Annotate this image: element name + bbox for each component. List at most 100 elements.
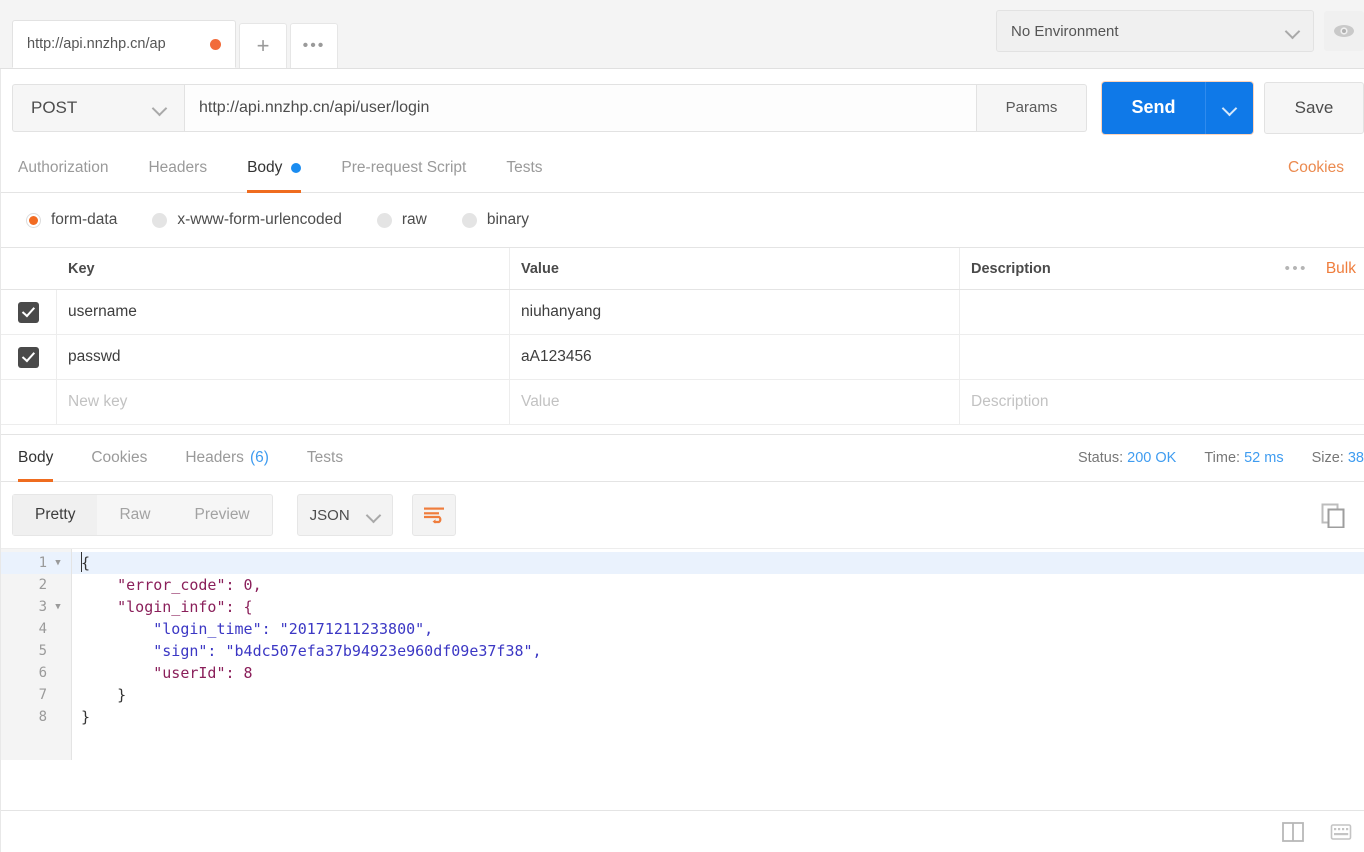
new-row-checkbox-cell	[0, 380, 57, 424]
request-tab-label: http://api.nnzhp.cn/ap	[27, 36, 166, 52]
body-type-urlencoded-label: x-www-form-urlencoded	[177, 211, 342, 228]
row-value-input[interactable]: niuhanyang	[510, 290, 960, 334]
row-checkbox-cell[interactable]	[0, 290, 57, 334]
http-method-label: POST	[31, 97, 78, 117]
table-more-actions-icon[interactable]: •••	[1285, 260, 1308, 277]
body-type-raw[interactable]: raw	[376, 211, 427, 229]
table-row: passwd aA123456	[0, 335, 1364, 380]
line-number: 8	[0, 706, 71, 728]
cookies-link[interactable]: Cookies	[1288, 159, 1344, 177]
response-body-viewer[interactable]: 1 ▼ 2 3 ▼ 4 5 6 7 8 {"error_code": 0, "…	[0, 548, 1364, 760]
table-row: username niuhanyang	[0, 290, 1364, 335]
fold-toggle-icon[interactable]: ▼	[51, 558, 65, 568]
new-row-key-input[interactable]: New key	[57, 380, 510, 424]
response-view-mode-group: Pretty Raw Preview	[12, 494, 273, 536]
line-number: 3 ▼	[0, 596, 71, 618]
view-mode-raw[interactable]: Raw	[97, 495, 172, 535]
view-mode-pretty[interactable]: Pretty	[13, 495, 98, 535]
line-number: 1 ▼	[0, 552, 71, 574]
new-row-value-input[interactable]: Value	[510, 380, 960, 424]
row-key-input[interactable]: passwd	[57, 335, 510, 379]
body-type-urlencoded[interactable]: x-www-form-urlencoded	[152, 211, 342, 229]
environment-selector[interactable]: No Environment	[996, 10, 1314, 52]
wrap-lines-button[interactable]	[411, 494, 456, 536]
response-tab-body[interactable]: Body	[18, 435, 54, 482]
tab-tests-label: Tests	[506, 159, 543, 176]
code-line: }	[81, 708, 91, 726]
line-number: 7	[0, 684, 71, 706]
row-key-input[interactable]: username	[57, 290, 510, 334]
line-number-text: 4	[38, 621, 47, 637]
send-button[interactable]: Send	[1102, 81, 1205, 134]
line-number: 6	[0, 662, 71, 684]
tab-headers[interactable]: Headers	[148, 144, 207, 193]
response-toolbar: Pretty Raw Preview JSON	[0, 482, 1364, 548]
body-type-binary-label: binary	[486, 211, 530, 228]
body-type-radio-group: form-data x-www-form-urlencoded raw bina…	[0, 193, 1364, 247]
status-bar	[0, 810, 1364, 852]
body-type-raw-label: raw	[401, 211, 427, 228]
column-header-description-label: Description	[971, 260, 1051, 277]
new-row-description-input[interactable]: Description	[960, 380, 1364, 424]
params-button[interactable]: Params	[977, 83, 1087, 132]
line-number: 2	[0, 574, 71, 596]
response-tab-cookies[interactable]: Cookies	[91, 435, 147, 482]
body-type-binary[interactable]: binary	[461, 211, 530, 229]
row-checkbox-cell[interactable]	[0, 335, 57, 379]
column-header-key: Key	[57, 248, 510, 289]
tab-pre-request-script[interactable]: Pre-request Script	[341, 144, 466, 193]
chevron-down-icon	[1224, 102, 1236, 114]
radio-binary-icon[interactable]	[461, 212, 477, 228]
table-new-row: New key Value Description	[0, 380, 1364, 425]
line-number-gutter: 1 ▼ 2 3 ▼ 4 5 6 7 8	[0, 549, 72, 760]
new-tab-button[interactable]: +	[239, 23, 287, 68]
http-method-selector[interactable]: POST	[12, 83, 184, 132]
radio-urlencoded-icon[interactable]	[152, 212, 168, 228]
response-meta: Status: 200 OK Time: 52 ms Size: 38	[1050, 435, 1364, 481]
chevron-down-icon	[154, 102, 166, 114]
copy-response-button[interactable]	[1316, 498, 1350, 532]
response-tab-cookies-label: Cookies	[91, 449, 148, 466]
response-tab-headers[interactable]: Headers (6)	[185, 435, 269, 482]
radio-form-data-icon[interactable]	[26, 212, 41, 228]
column-header-description: Description ••• Bulk	[960, 248, 1364, 289]
tab-pre-request-script-label: Pre-request Script	[341, 159, 467, 176]
more-tabs-button[interactable]: •••	[290, 23, 338, 68]
size-value: 38	[1347, 450, 1364, 466]
tab-tests[interactable]: Tests	[506, 144, 542, 193]
fold-toggle-icon[interactable]: ▼	[51, 602, 65, 612]
body-type-form-data[interactable]: form-data	[26, 211, 117, 229]
code-line: "error_code": 0,	[72, 574, 1364, 596]
send-options-button[interactable]	[1205, 81, 1253, 134]
environment-selected-label: No Environment	[1011, 22, 1119, 40]
request-tab[interactable]: http://api.nnzhp.cn/ap	[12, 20, 236, 68]
response-headers-count: (6)	[249, 449, 269, 466]
row-value-input[interactable]: aA123456	[510, 335, 960, 379]
send-button-group: Send	[1102, 81, 1253, 134]
line-number-text: 5	[38, 643, 47, 659]
url-input[interactable]: http://api.nnzhp.cn/api/user/login	[184, 83, 977, 132]
view-mode-preview[interactable]: Preview	[173, 495, 272, 535]
layout-toggle-button[interactable]	[1276, 817, 1310, 847]
checkbox-checked-icon[interactable]	[17, 346, 39, 368]
environment-quick-look-button[interactable]	[1324, 11, 1364, 51]
row-description-input[interactable]	[960, 335, 1364, 379]
row-description-input[interactable]	[960, 290, 1364, 334]
response-tab-tests[interactable]: Tests	[307, 435, 343, 482]
code-content[interactable]: { "error_code": 0, "login_info": { "logi…	[72, 549, 1364, 760]
line-number-text: 3	[38, 599, 47, 615]
response-tab-body-label: Body	[18, 449, 54, 466]
tab-body[interactable]: Body	[247, 144, 302, 193]
checkbox-checked-icon[interactable]	[17, 301, 39, 323]
bulk-edit-link[interactable]: Bulk	[1326, 260, 1356, 278]
radio-raw-icon[interactable]	[376, 212, 392, 228]
request-section-tabs: Authorization Headers Body Pre-request S…	[0, 144, 1364, 193]
tab-authorization-label: Authorization	[18, 159, 109, 176]
body-type-form-data-label: form-data	[51, 211, 118, 228]
tab-authorization[interactable]: Authorization	[18, 144, 108, 193]
response-format-selector[interactable]: JSON	[296, 494, 393, 536]
copy-icon	[1321, 503, 1345, 528]
save-button[interactable]: Save	[1264, 81, 1364, 134]
keyboard-shortcuts-button[interactable]	[1324, 817, 1358, 847]
tab-body-label: Body	[247, 159, 283, 176]
